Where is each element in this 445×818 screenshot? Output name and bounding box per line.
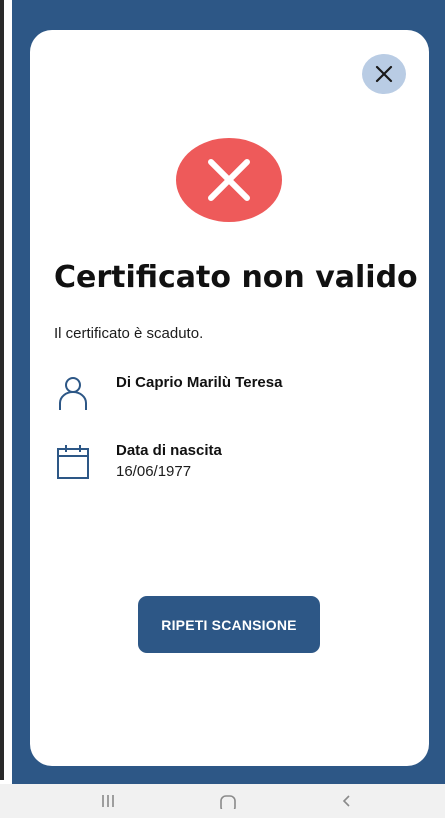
home-button[interactable] <box>198 784 258 818</box>
recents-button[interactable] <box>78 784 138 818</box>
holder-name: Di Caprio Marilù Teresa <box>116 374 283 391</box>
close-icon <box>375 65 393 83</box>
system-nav-bar <box>0 784 445 818</box>
x-icon <box>208 159 250 201</box>
back-icon <box>342 795 350 807</box>
rescan-button[interactable]: RIPETI SCANSIONE <box>138 596 320 653</box>
app-screen: Certificato non valido Il certificato è … <box>0 0 445 818</box>
invalid-status-badge <box>176 138 282 222</box>
person-icon <box>54 374 92 414</box>
status-message: Il certificato è scaduto. <box>54 325 204 342</box>
calendar-icon <box>54 442 92 482</box>
left-edge <box>0 0 4 780</box>
close-button[interactable] <box>362 54 406 94</box>
page-title: Certificato non valido <box>54 260 418 295</box>
birth-date-label: Data di nascita <box>116 442 222 459</box>
back-button[interactable] <box>316 784 376 818</box>
birth-date-value: 16/06/1977 <box>116 463 192 480</box>
home-icon <box>220 795 236 809</box>
recents-icon <box>102 795 114 807</box>
